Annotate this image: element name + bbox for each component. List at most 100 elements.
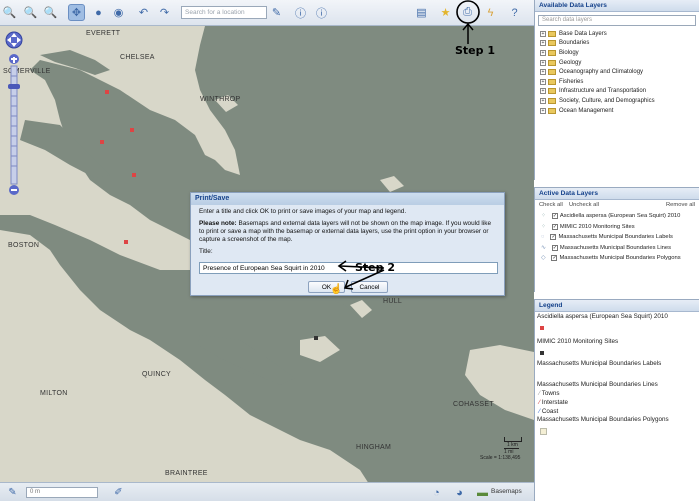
layer-group-item[interactable]: + Society, Culture, and Demographics: [535, 96, 699, 106]
folder-icon: [548, 88, 556, 95]
layer-checkbox[interactable]: ✓: [551, 223, 558, 230]
layer-checkbox[interactable]: ✓: [551, 244, 558, 251]
layer-search-input[interactable]: Search data layers: [538, 15, 696, 26]
expand-icon[interactable]: +: [540, 59, 546, 66]
scale-mi: 1 mi: [504, 448, 519, 455]
eraser-icon[interactable]: ✎: [268, 4, 285, 21]
legend-line-item: ⁄ Interstate: [535, 399, 699, 406]
active-layer-item[interactable]: ◇ ✓ Massachusetts Municipal Boundaries Pol…: [535, 253, 699, 264]
folder-icon: [548, 107, 556, 114]
folder-icon: [548, 30, 556, 37]
basemaps-dropdown[interactable]: Basemaps: [491, 488, 522, 495]
place-label: BOSTON: [8, 242, 40, 249]
pan-icon[interactable]: ✥: [68, 4, 85, 21]
help-icon[interactable]: ?: [506, 4, 523, 21]
place-label: COHASSET: [453, 401, 494, 408]
legend-line-item: ⁄ Towns: [535, 390, 699, 397]
legend-entry: MIMIC 2010 Monitoring Sites: [537, 338, 619, 345]
ruler-icon[interactable]: ✐: [110, 484, 127, 501]
layer-group-item[interactable]: + Infrastructure and Transportation: [535, 87, 699, 97]
redo-icon[interactable]: ↷: [156, 4, 173, 21]
folder-icon: [548, 78, 556, 85]
info-icon[interactable]: ⓘ: [292, 4, 309, 21]
active-layer-item[interactable]: ◌ ✓ Massachusetts Municipal Boundaries Lab…: [535, 232, 699, 243]
expand-icon[interactable]: +: [540, 49, 546, 56]
uncheck-all-link[interactable]: Uncheck all: [569, 202, 599, 208]
step1-annotation-marker: [456, 0, 480, 44]
folder-icon: [548, 49, 556, 56]
place-label: MILTON: [40, 390, 68, 397]
zoom-extent-icon[interactable]: 🔍: [42, 4, 59, 21]
save-icon[interactable]: ▤: [413, 4, 430, 21]
polygon-swatch-icon: [540, 428, 547, 435]
note-text: Basemaps and external data layers will n…: [199, 220, 492, 243]
expand-icon[interactable]: +: [540, 88, 546, 95]
available-layers-header: Available Data Layers: [535, 0, 699, 12]
check-all-link[interactable]: Check all: [539, 202, 563, 208]
dark-square-icon: [540, 351, 544, 355]
layer-group-label: Ocean Management: [559, 107, 614, 114]
full-extent-icon[interactable]: ◉: [110, 4, 127, 21]
layer-group-item[interactable]: + Ocean Management: [535, 106, 699, 116]
layer-group-item[interactable]: + Biology: [535, 48, 699, 58]
layer-group-item[interactable]: + Geology: [535, 58, 699, 68]
identify-icon[interactable]: ⓘ: [313, 4, 330, 21]
available-layers-panel: Available Data Layers Search data layers…: [534, 0, 699, 180]
layer-checkbox[interactable]: ✓: [551, 213, 558, 220]
legend-entry: Ascidiella aspersa (European Sea Squirt)…: [537, 313, 668, 320]
expand-icon[interactable]: +: [540, 40, 546, 47]
folder-icon: [548, 69, 556, 76]
layer-group-label: Base Data Layers: [559, 30, 607, 37]
legend-line-label: Towns: [541, 390, 560, 397]
layers-icon[interactable]: ◔: [428, 484, 445, 501]
expand-icon[interactable]: +: [540, 97, 546, 104]
layer-group-label: Boundaries: [559, 40, 590, 47]
measure-icon[interactable]: ✎: [4, 484, 21, 501]
map-bottombar: ✎ 0 m ✐ ◔ ◕ ▬ Basemaps: [0, 482, 534, 501]
expand-icon[interactable]: +: [540, 69, 546, 76]
layer-checkbox[interactable]: ✓: [551, 255, 558, 262]
location-search-input[interactable]: Search for a location: [181, 6, 267, 19]
legend-entry: Massachusetts Municipal Boundaries Lines: [537, 381, 658, 388]
active-layer-item[interactable]: ⁘ ✓ MIMIC 2010 Monitoring Sites: [535, 222, 699, 233]
remove-all-link[interactable]: Remove all: [666, 202, 695, 208]
layer-group-item[interactable]: + Fisheries: [535, 77, 699, 87]
zoom-in-icon[interactable]: 🔍: [1, 4, 18, 21]
layer-checkbox[interactable]: ✓: [550, 234, 557, 241]
layer-group-label: Society, Culture, and Demographics: [559, 97, 655, 104]
layer-group-item[interactable]: + Boundaries: [535, 39, 699, 49]
layer-group-item[interactable]: + Base Data Layers: [535, 29, 699, 39]
undo-icon[interactable]: ↶: [135, 4, 152, 21]
zoom-slider[interactable]: [5, 30, 23, 198]
place-label: HULL: [383, 298, 403, 305]
active-layer-item[interactable]: ∿ ✓ Massachusetts Municipal Boundaries Lin…: [535, 243, 699, 254]
place-label: EVERETT: [86, 30, 121, 37]
layer-symbol-icon: ◌: [541, 234, 545, 241]
active-layer-item[interactable]: ⁘ ✓ Ascidiella aspersa (European Sea Squir…: [535, 211, 699, 222]
cursor-hand-icon: ☝: [330, 284, 343, 295]
basemap-globe-icon[interactable]: ◕: [451, 484, 468, 501]
layer-group-label: Oceanography and Climatology: [559, 69, 644, 76]
legend-line-label: Interstate: [541, 399, 569, 406]
expand-icon[interactable]: +: [540, 107, 546, 114]
legend-header: Legend: [535, 300, 699, 312]
layer-group-label: Biology: [559, 49, 579, 56]
place-label: QUINCY: [142, 371, 172, 378]
zoom-out-icon[interactable]: 🔍: [22, 4, 39, 21]
layer-group-item[interactable]: + Oceanography and Climatology: [535, 67, 699, 77]
active-layer-label: Massachusetts Municipal Boundaries Label…: [558, 234, 673, 241]
dialog-instruction: Enter a title and click OK to print or s…: [199, 208, 407, 215]
folder-icon: [548, 97, 556, 104]
expand-icon[interactable]: +: [540, 30, 546, 37]
title-label: Title:: [199, 248, 213, 255]
active-layer-label: Massachusetts Municipal Boundaries Lines: [559, 244, 672, 251]
coast-line-icon: ⁄: [539, 408, 541, 415]
expand-icon[interactable]: +: [540, 78, 546, 85]
place-label: WINTHROP: [200, 96, 241, 103]
active-layer-label: Massachusetts Municipal Boundaries Polyg…: [559, 255, 681, 262]
measure-input[interactable]: 0 m: [26, 487, 98, 498]
active-layer-label: Ascidiella aspersa (European Sea Squirt)…: [559, 213, 681, 220]
basemap-thumb-icon[interactable]: ▬: [474, 484, 491, 501]
globe-icon[interactable]: ●: [90, 4, 107, 21]
place-label: CHELSEA: [120, 54, 155, 61]
